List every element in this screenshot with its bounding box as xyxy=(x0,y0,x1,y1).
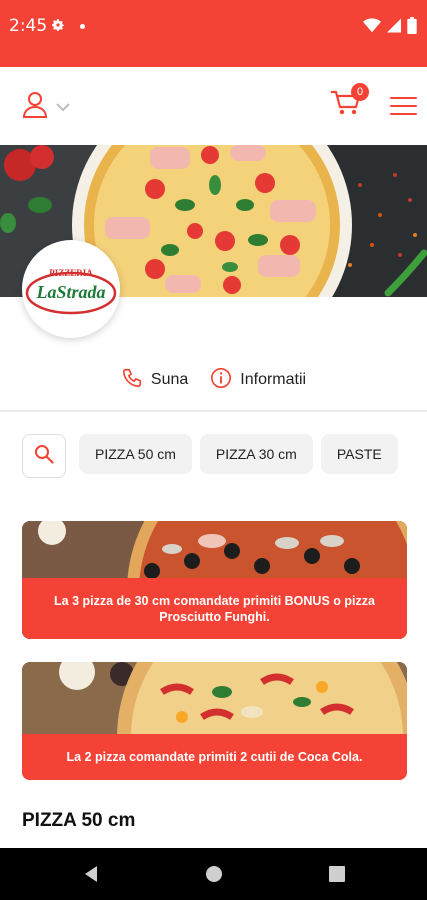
wifi-icon xyxy=(363,18,381,38)
user-icon xyxy=(22,91,48,124)
promo-card[interactable]: La 3 pizza de 30 cm comandate primiti BO… xyxy=(22,521,407,639)
notification-dot xyxy=(80,24,85,29)
menu-content: La 3 pizza de 30 cm comandate primiti BO… xyxy=(0,500,427,848)
call-button[interactable]: Suna xyxy=(121,367,188,394)
home-icon[interactable] xyxy=(205,865,223,888)
promo-text: La 2 pizza comandate primiti 2 cutii de … xyxy=(22,734,407,780)
restaurant-logo: PIZZERIA LaStrada xyxy=(22,240,120,338)
promo-card[interactable]: La 2 pizza comandate primiti 2 cutii de … xyxy=(22,662,407,780)
category-chip[interactable]: PIZZA 30 cm xyxy=(199,434,313,474)
phone-icon xyxy=(121,367,143,394)
lastrada-logo: PIZZERIA LaStrada xyxy=(25,268,117,315)
call-label: Suna xyxy=(150,371,189,388)
search-icon xyxy=(34,444,54,469)
app-header: 0 xyxy=(0,67,427,145)
cart-button[interactable]: 0 xyxy=(330,83,369,123)
cart-icon xyxy=(330,90,362,121)
section-title: PIZZA 50 cm xyxy=(22,810,136,831)
menu-button[interactable] xyxy=(390,97,417,115)
info-icon xyxy=(210,367,232,394)
menu-icon-line xyxy=(390,105,417,107)
recents-icon[interactable] xyxy=(328,865,346,888)
category-chip[interactable]: PASTE xyxy=(320,434,398,474)
logo-name-text: LaStrada xyxy=(35,282,105,302)
settings-icon xyxy=(50,17,66,38)
search-button[interactable] xyxy=(22,434,66,478)
info-button[interactable]: Informatii xyxy=(210,367,306,394)
system-icons xyxy=(363,17,417,39)
status-time: 2:45 xyxy=(9,16,48,36)
menu-icon-line xyxy=(390,97,417,99)
category-chip[interactable]: PIZZA 50 cm xyxy=(79,434,192,474)
menu-icon-line xyxy=(390,113,417,115)
category-bar: PIZZA 50 cm PIZZA 30 cm PASTE xyxy=(0,412,427,500)
info-label: Informatii xyxy=(240,371,307,388)
promo-text: La 3 pizza de 30 cm comandate primiti BO… xyxy=(22,578,407,639)
account-button[interactable] xyxy=(22,91,70,124)
chevron-down-icon xyxy=(56,99,70,117)
status-bar: 2:45 xyxy=(0,0,427,67)
signal-icon xyxy=(387,18,401,38)
back-icon[interactable] xyxy=(82,865,100,888)
category-chips: PIZZA 50 cm PIZZA 30 cm PASTE xyxy=(79,434,398,474)
battery-icon xyxy=(407,17,417,39)
cart-count-badge: 0 xyxy=(351,83,369,101)
system-nav-bar xyxy=(0,848,427,900)
logo-pizzeria-text: PIZZERIA xyxy=(49,268,93,278)
restaurant-actions: Suna Informatii xyxy=(0,365,427,395)
